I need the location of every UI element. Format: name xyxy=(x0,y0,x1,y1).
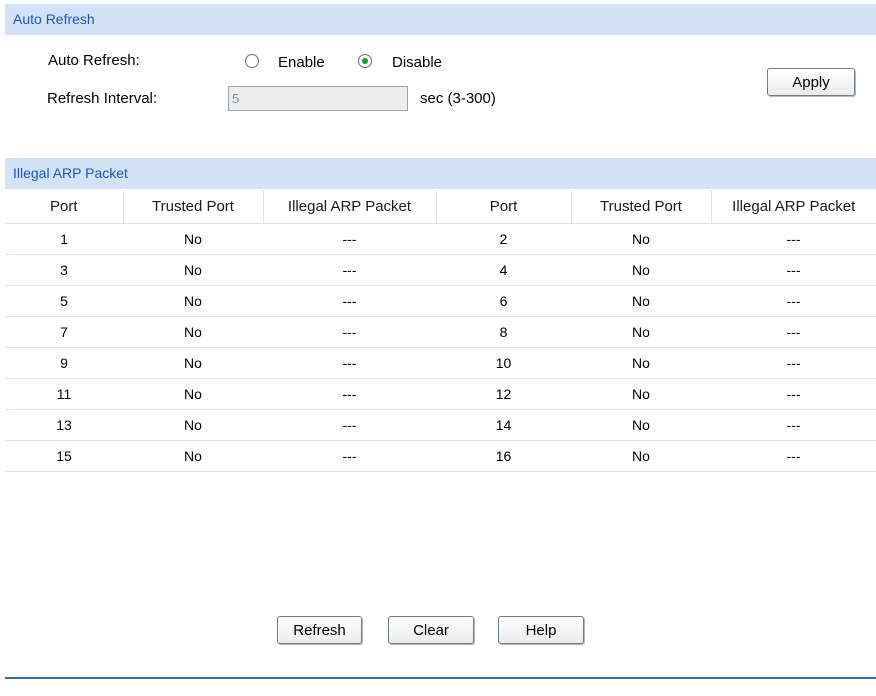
cell-illegal-arp-packet: --- xyxy=(263,285,436,317)
cell-illegal-arp-packet: --- xyxy=(263,254,436,286)
help-button[interactable]: Help xyxy=(498,616,584,644)
clear-button[interactable]: Clear xyxy=(388,616,474,644)
cell-illegal-arp-packet: --- xyxy=(263,440,436,472)
apply-button[interactable]: Apply xyxy=(767,68,855,96)
enable-radio[interactable] xyxy=(245,54,259,68)
illegal-arp-table: Port Trusted Port Illegal ARP Packet Por… xyxy=(5,190,876,472)
cell-illegal-arp-packet: --- xyxy=(263,347,436,379)
cell-illegal-arp-packet: --- xyxy=(711,223,876,255)
cell-port: 8 xyxy=(436,316,571,348)
cell-port: 11 xyxy=(5,378,123,410)
cell-trusted-port: No xyxy=(123,409,263,441)
cell-trusted-port: No xyxy=(123,285,263,317)
cell-illegal-arp-packet: --- xyxy=(263,409,436,441)
cell-trusted-port: No xyxy=(571,378,711,410)
cell-illegal-arp-packet: --- xyxy=(711,254,876,286)
auto-refresh-label: Auto Refresh: xyxy=(48,52,140,69)
cell-trusted-port: No xyxy=(571,223,711,255)
refresh-interval-input[interactable] xyxy=(228,86,408,111)
column-header-illegal-arp-packet-2: Illegal ARP Packet xyxy=(710,190,876,224)
cell-illegal-arp-packet: --- xyxy=(711,378,876,410)
cell-illegal-arp-packet: --- xyxy=(263,223,436,255)
cell-trusted-port: No xyxy=(123,223,263,255)
cell-illegal-arp-packet: --- xyxy=(711,285,876,317)
cell-illegal-arp-packet: --- xyxy=(711,409,876,441)
cell-port: 4 xyxy=(436,254,571,286)
table-row: 9 No --- 10 No --- xyxy=(5,347,876,379)
cell-port: 7 xyxy=(5,316,123,348)
table-row: 15 No --- 16 No --- xyxy=(5,440,876,472)
cell-port: 16 xyxy=(436,440,571,472)
cell-port: 14 xyxy=(436,409,571,441)
disable-radio[interactable] xyxy=(358,54,372,68)
cell-trusted-port: No xyxy=(123,254,263,286)
column-header-port: Port xyxy=(5,190,123,224)
table-row: 7 No --- 8 No --- xyxy=(5,316,876,348)
cell-trusted-port: No xyxy=(571,285,711,317)
cell-port: 13 xyxy=(5,409,123,441)
cell-trusted-port: No xyxy=(123,440,263,472)
column-header-trusted-port-2: Trusted Port xyxy=(570,190,711,224)
cell-trusted-port: No xyxy=(123,347,263,379)
table-row: 3 No --- 4 No --- xyxy=(5,254,876,286)
cell-port: 3 xyxy=(5,254,123,286)
cell-port: 2 xyxy=(436,223,571,255)
cell-port: 12 xyxy=(436,378,571,410)
cell-trusted-port: No xyxy=(571,316,711,348)
refresh-button[interactable]: Refresh xyxy=(277,616,362,644)
table-row: 1 No --- 2 No --- xyxy=(5,223,876,255)
cell-trusted-port: No xyxy=(123,316,263,348)
cell-port: 5 xyxy=(5,285,123,317)
footer-divider xyxy=(5,677,876,679)
cell-port: 10 xyxy=(436,347,571,379)
cell-trusted-port: No xyxy=(123,378,263,410)
auto-refresh-section-title: Auto Refresh xyxy=(5,4,876,35)
table-header-row: Port Trusted Port Illegal ARP Packet Por… xyxy=(5,190,876,224)
disable-label[interactable]: Disable xyxy=(392,54,442,71)
column-header-port-2: Port xyxy=(435,190,571,224)
radio-selected-dot xyxy=(362,58,368,64)
table-row: 11 No --- 12 No --- xyxy=(5,378,876,410)
cell-port: 6 xyxy=(436,285,571,317)
cell-port: 1 xyxy=(5,223,123,255)
refresh-interval-label: Refresh Interval: xyxy=(47,90,158,107)
cell-trusted-port: No xyxy=(571,347,711,379)
cell-port: 9 xyxy=(5,347,123,379)
illegal-arp-section-title: Illegal ARP Packet xyxy=(5,158,876,189)
cell-trusted-port: No xyxy=(571,409,711,441)
cell-illegal-arp-packet: --- xyxy=(711,316,876,348)
cell-port: 15 xyxy=(5,440,123,472)
refresh-interval-unit: sec (3-300) xyxy=(420,90,496,107)
table-row: 5 No --- 6 No --- xyxy=(5,285,876,317)
cell-trusted-port: No xyxy=(571,254,711,286)
cell-trusted-port: No xyxy=(571,440,711,472)
column-header-illegal-arp-packet: Illegal ARP Packet xyxy=(262,190,436,224)
cell-illegal-arp-packet: --- xyxy=(263,316,436,348)
column-header-trusted-port: Trusted Port xyxy=(122,190,263,224)
table-row: 13 No --- 14 No --- xyxy=(5,409,876,441)
enable-label[interactable]: Enable xyxy=(278,54,325,71)
cell-illegal-arp-packet: --- xyxy=(263,378,436,410)
cell-illegal-arp-packet: --- xyxy=(711,347,876,379)
cell-illegal-arp-packet: --- xyxy=(711,440,876,472)
